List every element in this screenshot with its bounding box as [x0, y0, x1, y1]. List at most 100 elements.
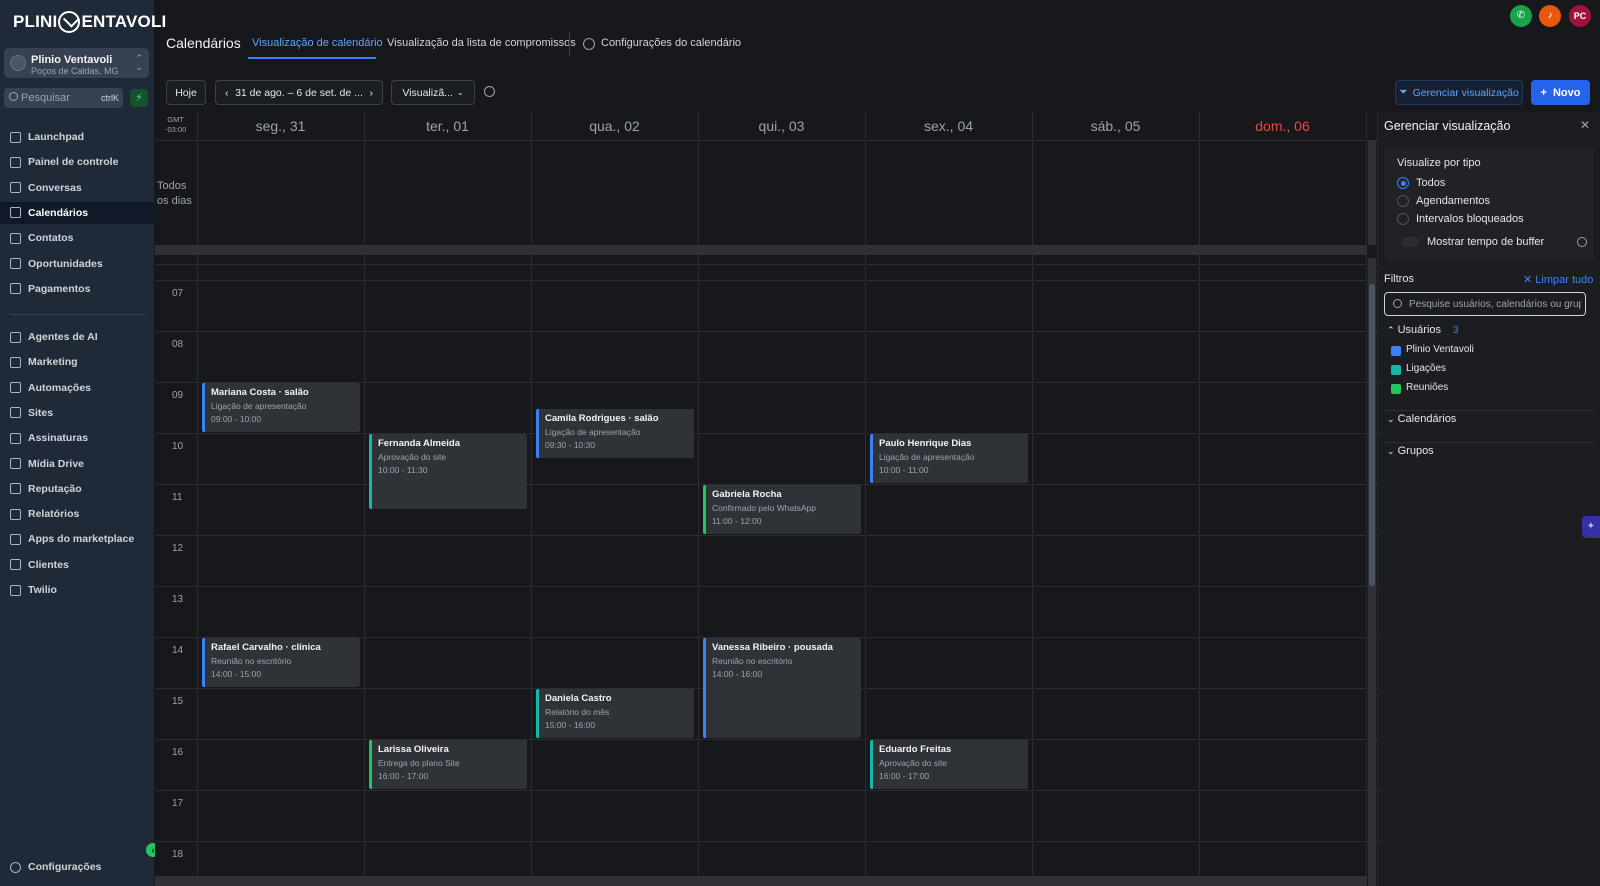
- next-week-icon[interactable]: ›: [369, 87, 373, 99]
- filter-icon: ⏷: [1399, 86, 1408, 98]
- sidebar-item-agentes-de-ai[interactable]: Agentes de AI: [0, 326, 155, 348]
- calendars-toggle[interactable]: ⌄ Calendários: [1387, 413, 1456, 425]
- sidebar-item-marketing[interactable]: Marketing: [0, 351, 155, 373]
- new-button[interactable]: + Novo: [1531, 80, 1590, 105]
- calendar-event[interactable]: Camila Rodrigues · salão Ligação de apres…: [536, 408, 694, 458]
- day-header[interactable]: sáb., 05: [1032, 112, 1199, 140]
- user-filter-item[interactable]: Plinio Ventavoli: [1406, 344, 1474, 355]
- day-header[interactable]: dom., 06: [1199, 112, 1366, 140]
- sidebar-item-calend-rios[interactable]: Calendários: [0, 201, 155, 224]
- user-filter-item[interactable]: Ligações: [1406, 363, 1446, 374]
- send-icon: [10, 356, 21, 368]
- sidebar-item-clientes[interactable]: Clientes: [0, 554, 155, 576]
- sidebar-item-label: Twilio: [28, 584, 57, 596]
- account-location: Poços de Caldas, MG: [31, 66, 119, 76]
- sidebar-item-contatos[interactable]: Contatos: [0, 227, 155, 249]
- manage-view-button[interactable]: ⏷ Gerenciar visualização: [1395, 80, 1523, 105]
- sidebar-item-pagamentos[interactable]: Pagamentos: [0, 278, 155, 300]
- hour-line: [155, 280, 1377, 281]
- calendar-event[interactable]: Rafael Carvalho · clínica Reunião no escr…: [202, 638, 360, 687]
- quick-action-bolt-icon[interactable]: ⚡: [130, 89, 148, 107]
- filter-search-input[interactable]: Pesquise usuários, calendários ou grupos: [1384, 292, 1586, 316]
- user-icon: [10, 559, 21, 571]
- hour-label: 17: [172, 798, 184, 809]
- twilio-icon: [10, 584, 21, 596]
- all-day-divider: [155, 264, 1377, 265]
- sidebar-item-launchpad[interactable]: Launchpad: [0, 126, 155, 148]
- calendar-event[interactable]: Eduardo Freitas Aprovação do site 16:00 - …: [870, 740, 1028, 789]
- sidebar-item-label: Relatórios: [28, 508, 80, 521]
- day-header[interactable]: seg., 31: [197, 112, 364, 140]
- search-input[interactable]: Pesquisar ctrlK: [4, 88, 123, 108]
- radio-appointments[interactable]: [1397, 195, 1409, 207]
- user-color-checkbox[interactable]: [1391, 346, 1401, 356]
- calendar-event[interactable]: Paulo Henrique Dias Ligação de apresentaç…: [870, 434, 1028, 483]
- sidebar-item-m-dia-drive[interactable]: Mídia Drive: [0, 453, 155, 475]
- membership-icon: [10, 432, 21, 444]
- day-header[interactable]: qua., 02: [531, 112, 698, 140]
- hour-label: 18: [172, 849, 184, 860]
- bell-icon[interactable]: ♪: [1539, 5, 1561, 27]
- today-button[interactable]: Hoje: [166, 80, 206, 105]
- calendar-event[interactable]: Gabriela Rocha Confirmado pelo WhatsApp 11…: [703, 485, 861, 534]
- day-header[interactable]: sex., 04: [865, 112, 1032, 140]
- calendar-grid: GMT -03:00 Todos os dias seg., 31 ter., 01 q…: [155, 112, 1377, 886]
- users-toggle[interactable]: ⌃ Usuários: [1387, 324, 1441, 336]
- groups-toggle[interactable]: ⌄ Grupos: [1387, 445, 1434, 457]
- day-header[interactable]: qui., 03: [698, 112, 865, 140]
- lightbulb-icon[interactable]: [484, 86, 495, 97]
- phone-icon[interactable]: ✆: [1510, 5, 1532, 27]
- sidebar-item-twilio[interactable]: Twilio: [0, 579, 155, 601]
- sidebar-item-label: Pagamentos: [28, 282, 91, 295]
- sidebar-item-oportunidades[interactable]: Oportunidades: [0, 253, 155, 275]
- sidebar-item-label: Painel de controle: [28, 156, 119, 169]
- sidebar-item-relat-rios[interactable]: Relatórios: [0, 503, 155, 525]
- sidebar-item-assinaturas[interactable]: Assinaturas: [0, 427, 155, 449]
- sidebar-item-label: Sites: [28, 406, 54, 419]
- hour-line: [155, 739, 1377, 740]
- hour-line: [155, 433, 1377, 434]
- info-icon[interactable]: [1577, 237, 1587, 247]
- radio-blocked-slots[interactable]: [1397, 213, 1409, 225]
- calendar-event[interactable]: Fernanda Almeida Aprovação do site 10:00 -…: [369, 434, 527, 509]
- sidebar-item-sites[interactable]: Sites: [0, 402, 155, 424]
- tab-calendar-settings[interactable]: Configurações do calendário: [601, 37, 741, 49]
- event-time: 14:00 - 15:00: [211, 669, 262, 679]
- day-header[interactable]: ter., 01: [364, 112, 531, 140]
- panel-title: Gerenciar visualização: [1384, 119, 1511, 133]
- grid-vscroll-thumb[interactable]: [1369, 284, 1375, 586]
- calendar-event[interactable]: Daniela Castro Relatório do mês 15:00 - 16…: [536, 689, 694, 738]
- sidebar-item-settings[interactable]: Configurações: [0, 856, 155, 878]
- user-avatar[interactable]: PC: [1569, 5, 1591, 27]
- close-icon[interactable]: ✕: [1580, 118, 1590, 132]
- user-color-checkbox[interactable]: [1391, 384, 1401, 394]
- bottom-scrollbar[interactable]: [155, 876, 1367, 886]
- sidebar-item-automa-es[interactable]: Automações: [0, 377, 155, 399]
- sidebar-item-apps-do-marketplace[interactable]: Apps do marketplace: [0, 528, 155, 550]
- sidebar-item-reputa-o[interactable]: Reputação: [0, 478, 155, 500]
- day-column-divider: [1366, 112, 1367, 886]
- tab-appointment-list[interactable]: Visualização da lista de compromissos: [387, 37, 576, 49]
- clear-all-link[interactable]: ✕ Limpar tudo: [1523, 273, 1593, 286]
- user-filter-item[interactable]: Reuniões: [1406, 382, 1448, 393]
- buffer-toggle[interactable]: [1401, 237, 1419, 247]
- calendar-event[interactable]: Vanessa Ribeiro · pousada Reunião no escr…: [703, 638, 861, 738]
- assistant-edge-icon[interactable]: ✦: [1582, 516, 1600, 538]
- view-selector[interactable]: Visualizã... ⌄: [391, 80, 475, 105]
- date-range-selector[interactable]: ‹ 31 de ago. – 6 de set. de ... ›: [215, 80, 383, 105]
- calendar-event[interactable]: Larissa Oliveira Entrega do plano Site 16:…: [369, 740, 527, 789]
- account-switcher[interactable]: Plinio Ventavoli Poços de Caldas, MG ⌃ ⌄: [4, 48, 149, 78]
- account-name: Plinio Ventavoli: [31, 54, 113, 66]
- sidebar-item-painel-de-controle[interactable]: Painel de controle: [0, 151, 155, 173]
- calendar-event[interactable]: Mariana Costa · salão Ligação de apresent…: [202, 383, 360, 432]
- user-color-checkbox[interactable]: [1391, 365, 1401, 375]
- radio-all[interactable]: [1397, 177, 1409, 189]
- prev-week-icon[interactable]: ‹: [225, 87, 229, 99]
- tab-calendar-view[interactable]: Visualização de calendário: [252, 37, 383, 49]
- all-day-vscroll[interactable]: [1368, 140, 1376, 245]
- sidebar-item-conversas[interactable]: Conversas: [0, 177, 155, 199]
- brand-logo[interactable]: PLINI ENTAVOLI: [13, 10, 166, 34]
- all-day-scrollbar[interactable]: [155, 245, 1367, 255]
- sidebar: PLINI ENTAVOLI Plinio Ventavoli Poços de …: [0, 0, 166, 886]
- sidebar-item-label: Oportunidades: [28, 257, 103, 270]
